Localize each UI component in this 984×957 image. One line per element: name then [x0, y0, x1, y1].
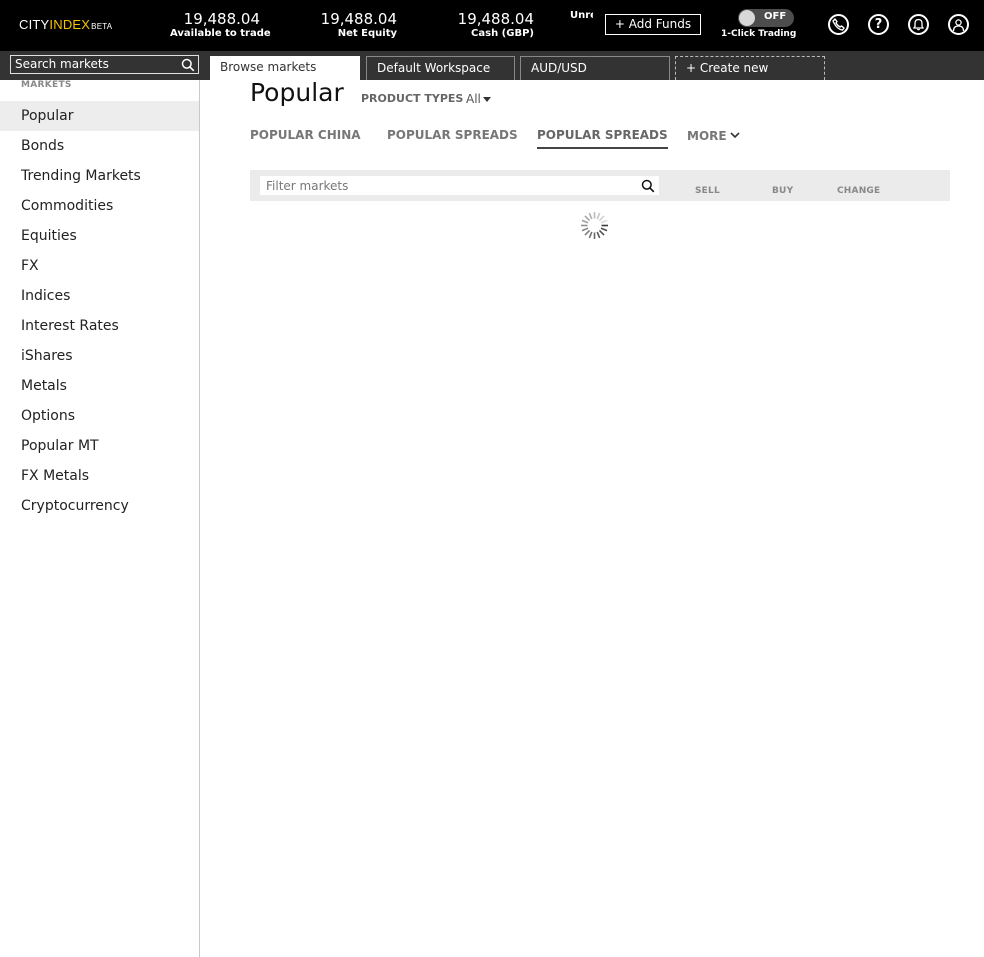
- tab-aud-usd[interactable]: AUD/USD: [520, 56, 670, 80]
- spinner-spoke: [596, 212, 601, 220]
- spinner-spoke: [584, 229, 591, 236]
- subtab-popular-spreads[interactable]: POPULAR SPREADS: [387, 128, 518, 142]
- markets-sidebar: MARKETS Popular Bonds Trending Markets C…: [0, 80, 200, 957]
- sidebar-heading: MARKETS: [21, 80, 72, 90]
- sidebar-item-metals[interactable]: Metals: [0, 371, 199, 401]
- spinner-spoke: [584, 215, 591, 222]
- one-click-trading-label: 1-Click Trading: [721, 29, 797, 39]
- sidebar-item-popular[interactable]: Popular: [0, 101, 199, 131]
- product-types-label: PRODUCT TYPES: [361, 92, 464, 105]
- column-buy[interactable]: BUY: [772, 186, 793, 196]
- sidebar-item-bonds[interactable]: Bonds: [0, 131, 199, 161]
- sidebar-item-fx[interactable]: FX: [0, 251, 199, 281]
- bell-icon[interactable]: [908, 14, 929, 35]
- loading-spinner-icon: [581, 212, 608, 239]
- search-icon[interactable]: [641, 178, 655, 197]
- markets-table-header: SELL BUY CHANGE: [250, 170, 950, 201]
- available-to-trade-value: 19,488.04: [183, 10, 260, 28]
- product-types-dropdown[interactable]: All: [466, 92, 491, 106]
- filter-markets-input[interactable]: [266, 177, 626, 194]
- user-icon[interactable]: [948, 14, 969, 35]
- spinner-spoke: [588, 231, 593, 239]
- top-bar: CITYINDEXBETA 19,488.04 Available to tra…: [0, 0, 984, 51]
- net-equity-label: Net Equity: [337, 28, 397, 39]
- subtab-more[interactable]: MORE: [687, 128, 740, 143]
- available-to-trade-stat: 19,488.04 Available to trade: [170, 10, 271, 40]
- filter-markets-box[interactable]: [260, 176, 659, 195]
- phone-icon[interactable]: [828, 14, 849, 35]
- spinner-spoke: [600, 227, 608, 232]
- cash-stat: 19,488.04 Cash (GBP): [440, 10, 534, 40]
- more-label: MORE: [687, 129, 727, 143]
- spinner-spoke: [598, 215, 605, 222]
- help-icon[interactable]: ?: [868, 14, 889, 35]
- net-equity-stat: 19,488.04 Net Equity: [300, 10, 397, 40]
- unrealised-stat: Unre: [570, 10, 593, 22]
- sidebar-item-options[interactable]: Options: [0, 401, 199, 431]
- create-new-tab-button[interactable]: + Create new: [675, 56, 825, 80]
- sidebar-item-commodities[interactable]: Commodities: [0, 191, 199, 221]
- column-change[interactable]: CHANGE: [837, 186, 880, 196]
- spinner-spoke: [581, 219, 589, 224]
- spinner-spoke: [581, 227, 589, 232]
- caret-down-icon: [482, 97, 491, 102]
- page-title: Popular: [250, 78, 344, 107]
- toggle-state: OFF: [764, 11, 787, 22]
- sidebar-item-fx-metals[interactable]: FX Metals: [0, 461, 199, 491]
- add-funds-button[interactable]: + Add Funds: [605, 14, 701, 35]
- workspace-bar: Browse markets Default Workspace AUD/USD…: [0, 51, 984, 80]
- search-icon[interactable]: [181, 58, 195, 77]
- available-to-trade-label: Available to trade: [170, 28, 271, 39]
- spinner-spoke: [598, 229, 605, 236]
- sidebar-item-indices[interactable]: Indices: [0, 281, 199, 311]
- cash-label: Cash (GBP): [471, 28, 534, 39]
- city-index-logo[interactable]: CITYINDEXBETA: [19, 17, 112, 32]
- spinner-spoke: [588, 212, 593, 220]
- toggle-knob: [739, 10, 755, 26]
- sidebar-item-equities[interactable]: Equities: [0, 221, 199, 251]
- search-markets-box[interactable]: [10, 55, 199, 74]
- subtab-popular-china[interactable]: POPULAR CHINA: [250, 128, 361, 142]
- tab-browse-markets[interactable]: Browse markets: [210, 56, 360, 80]
- tab-default-workspace[interactable]: Default Workspace: [366, 56, 515, 80]
- chevron-down-icon: [730, 128, 740, 142]
- spinner-spoke: [596, 231, 601, 239]
- cash-value: 19,488.04: [457, 10, 534, 28]
- column-sell[interactable]: SELL: [695, 186, 720, 196]
- one-click-trading-toggle[interactable]: OFF: [738, 9, 794, 27]
- net-equity-value: 19,488.04: [320, 10, 397, 28]
- product-types-value: All: [466, 92, 481, 106]
- search-markets-input[interactable]: [15, 57, 175, 71]
- spinner-spoke: [600, 219, 608, 224]
- subtab-popular-spreads-active[interactable]: POPULAR SPREADS: [537, 128, 668, 149]
- sidebar-item-trending-markets[interactable]: Trending Markets: [0, 161, 199, 191]
- sidebar-item-cryptocurrency[interactable]: Cryptocurrency: [0, 491, 199, 521]
- sidebar-item-ishares[interactable]: iShares: [0, 341, 199, 371]
- sidebar-item-interest-rates[interactable]: Interest Rates: [0, 311, 199, 341]
- sidebar-item-popular-mt[interactable]: Popular MT: [0, 431, 199, 461]
- unrealised-label: Unre: [570, 10, 593, 21]
